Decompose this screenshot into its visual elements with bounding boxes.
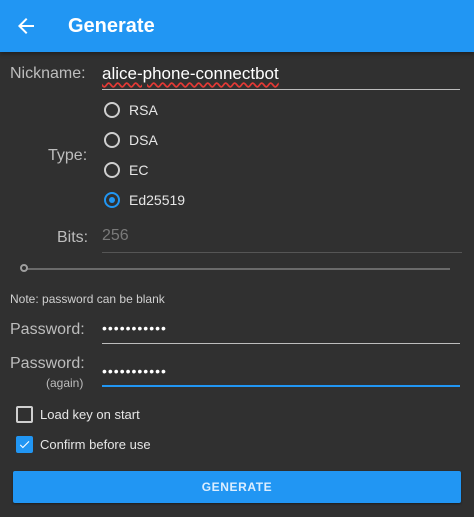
bits-slider-track[interactable]: [24, 268, 450, 270]
password-again-value: •••••••••••: [102, 363, 167, 379]
radio-label-rsa: RSA: [129, 102, 158, 118]
radio-label-ec: EC: [129, 162, 149, 178]
confirm-before-use-label: Confirm before use: [40, 436, 151, 452]
nickname-label: Nickname:: [10, 65, 86, 82]
radio-circle-selected: [104, 192, 120, 208]
password-field[interactable]: •••••••••••: [102, 320, 460, 344]
check-icon: [19, 440, 30, 448]
load-key-on-start-label: Load key on start: [40, 406, 140, 422]
arrow-left-icon: [18, 18, 34, 34]
bits-slider-thumb[interactable]: [20, 264, 28, 272]
password-note: Note: password can be blank: [10, 292, 165, 306]
nickname-value: alice-phone-connectbot: [102, 64, 279, 83]
bits-field: 256: [102, 227, 462, 253]
app-bar: Generate: [0, 0, 474, 52]
radio-circle: [104, 102, 120, 118]
password-value: •••••••••••: [102, 320, 167, 336]
radio-rsa[interactable]: RSA: [104, 99, 158, 121]
load-key-on-start-checkbox[interactable]: Load key on start: [16, 404, 140, 424]
radio-ed25519[interactable]: Ed25519: [104, 189, 185, 211]
radio-dsa[interactable]: DSA: [104, 129, 158, 151]
radio-circle: [104, 132, 120, 148]
checkbox-checked: [16, 435, 33, 453]
bits-value: 256: [102, 227, 129, 244]
password-again-sublabel: (again): [46, 376, 84, 390]
radio-circle: [104, 162, 120, 178]
back-button[interactable]: [14, 14, 38, 38]
checkbox-unchecked: [16, 405, 33, 423]
confirm-before-use-checkbox[interactable]: Confirm before use: [16, 434, 151, 454]
password-again-label: Password:: [10, 355, 85, 372]
radio-ec[interactable]: EC: [104, 159, 148, 181]
radio-label-ed25519: Ed25519: [129, 192, 186, 208]
generate-button[interactable]: GENERATE: [13, 471, 461, 503]
page-title: Generate: [68, 15, 155, 37]
radio-label-dsa: DSA: [129, 132, 158, 148]
type-label: Type:: [48, 147, 88, 164]
bits-label: Bits:: [57, 229, 89, 246]
password-label: Password:: [10, 321, 85, 338]
password-again-field[interactable]: •••••••••••: [102, 363, 460, 387]
nickname-field[interactable]: alice-phone-connectbot: [102, 64, 460, 90]
